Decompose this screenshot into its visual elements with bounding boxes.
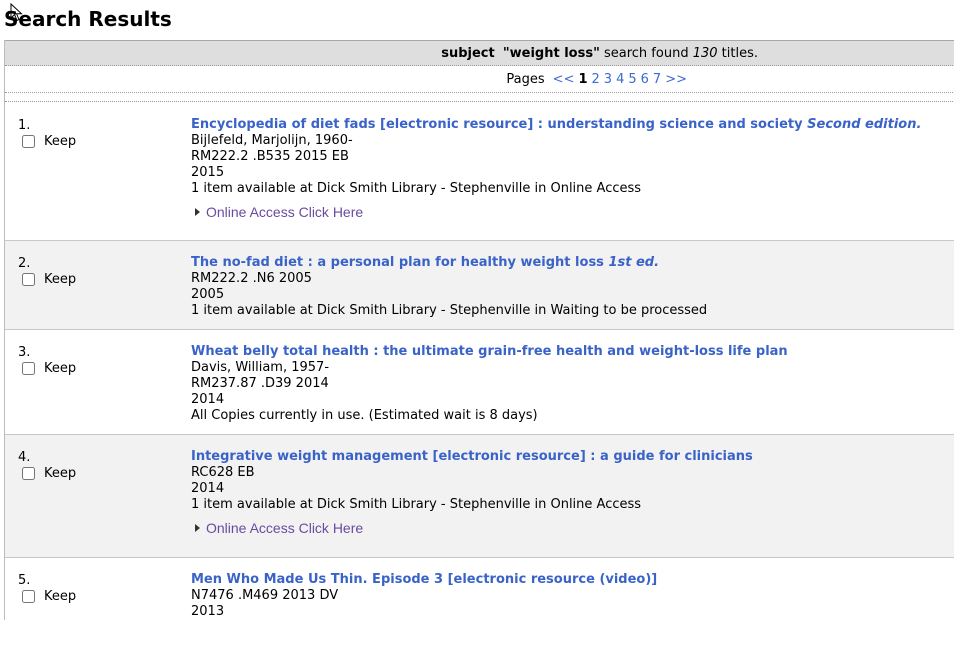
result-year: 2014 [191,392,225,407]
result-info: The no-fad diet : a personal plan for he… [191,255,707,319]
result-call-number: RM222.2 .N6 2005 [191,271,312,286]
keep-option: Keep [18,589,76,604]
result-author: Bijlefeld, Marjolijn, 1960- [191,133,353,148]
arrow-right-icon [195,208,200,216]
result-info: Wheat belly total health : the ultimate … [191,344,788,424]
pages-label: Pages [506,71,545,87]
result-availability: 1 item available at Dick Smith Library -… [191,181,642,196]
result-title: The no-fad diet : a personal plan for he… [191,255,604,270]
result-row-3: 3. Keep Wheat belly total health : the u… [5,330,954,435]
result-title: Integrative weight management [electroni… [191,449,753,464]
keep-label: Keep [44,361,77,376]
result-title: Men Who Made Us Thin. Episode 3 [electro… [191,572,658,587]
arrow-right-icon [195,524,200,532]
keep-label: Keep [44,272,77,287]
keep-label: Keep [44,134,77,149]
search-summary: subject "weight loss" search found 130 t… [5,40,954,66]
result-year: 2005 [191,287,225,302]
keep-option: Keep [18,272,76,287]
summary-query: "weight loss" [502,45,600,61]
result-title-link[interactable]: Encyclopedia of diet fads [electronic re… [191,117,921,132]
result-number: 5. [18,573,31,588]
keep-checkbox[interactable] [22,273,35,286]
result-row-2: 2. Keep The no-fad diet : a personal pla… [5,241,954,330]
result-availability: All Copies currently in use. (Estimated … [191,408,538,423]
results-divider [5,93,954,102]
result-title: Encyclopedia of diet fads [electronic re… [191,117,803,132]
keep-option: Keep [18,134,76,149]
result-number: 1. [18,118,31,133]
result-number: 4. [18,450,31,465]
results-panel: subject "weight loss" search found 130 t… [4,40,954,648]
result-title-link[interactable]: The no-fad diet : a personal plan for he… [191,255,659,270]
result-row-1: 1. Keep Encyclopedia of diet fads [elect… [5,102,954,241]
result-year: 2014 [191,481,225,496]
summary-middle: search found [599,45,693,61]
page-current: 1 [578,71,588,87]
page-title: Search Results [4,7,172,31]
page-prev-link[interactable]: << [553,72,575,87]
result-row-4: 4. Keep Integrative weight management [e… [5,435,954,558]
result-call-number: RM222.2 .B535 2015 EB [191,149,349,164]
result-availability: 1 item available at Dick Smith Library -… [191,497,642,512]
result-number: 3. [18,345,31,360]
keep-option: Keep [18,466,76,481]
page-link-6[interactable]: 6 [641,72,649,87]
result-number: 2. [18,256,31,271]
result-year: 2015 [191,165,225,180]
page-link-7[interactable]: 7 [653,72,661,87]
summary-suffix: titles. [717,45,758,61]
result-row-5: 5. Keep Men Who Made Us Thin. Episode 3 … [5,558,954,648]
keep-checkbox[interactable] [22,362,35,375]
result-title-link[interactable]: Wheat belly total health : the ultimate … [191,344,788,359]
online-access-link[interactable]: Online Access Click Here [195,520,363,536]
result-edition: 1st ed. [608,255,660,270]
pagination: Pages << 1 2 3 4 5 6 7 >> [5,66,954,93]
result-info: Integrative weight management [electroni… [191,449,753,537]
result-title-link[interactable]: Men Who Made Us Thin. Episode 3 [electro… [191,572,657,587]
keep-option: Keep [18,361,76,376]
page-link-3[interactable]: 3 [604,72,612,87]
result-author: Davis, William, 1957- [191,360,330,375]
online-access-label: Online Access Click Here [206,204,364,220]
keep-label: Keep [44,466,77,481]
result-call-number: RC628 EB [191,465,255,480]
keep-checkbox[interactable] [22,590,35,603]
page-link-5[interactable]: 5 [628,72,636,87]
keep-checkbox[interactable] [22,135,35,148]
result-call-number: N7476 .M469 2013 DV [191,588,339,603]
keep-checkbox[interactable] [22,467,35,480]
summary-field: subject [441,45,495,61]
page-link-2[interactable]: 2 [592,72,600,87]
keep-label: Keep [44,589,77,604]
page-next-link[interactable]: >> [665,72,687,87]
result-title: Wheat belly total health : the ultimate … [191,344,788,359]
online-access-link[interactable]: Online Access Click Here [195,204,363,220]
result-title-link[interactable]: Integrative weight management [electroni… [191,449,753,464]
result-info: Men Who Made Us Thin. Episode 3 [electro… [191,572,657,620]
page-link-4[interactable]: 4 [616,72,624,87]
result-edition: Second edition. [807,117,922,132]
result-info: Encyclopedia of diet fads [electronic re… [191,117,921,221]
summary-count: 130 [692,45,718,61]
result-availability: 1 item available at Dick Smith Library -… [191,303,708,318]
result-call-number: RM237.87 .D39 2014 [191,376,329,391]
online-access-label: Online Access Click Here [206,520,364,536]
